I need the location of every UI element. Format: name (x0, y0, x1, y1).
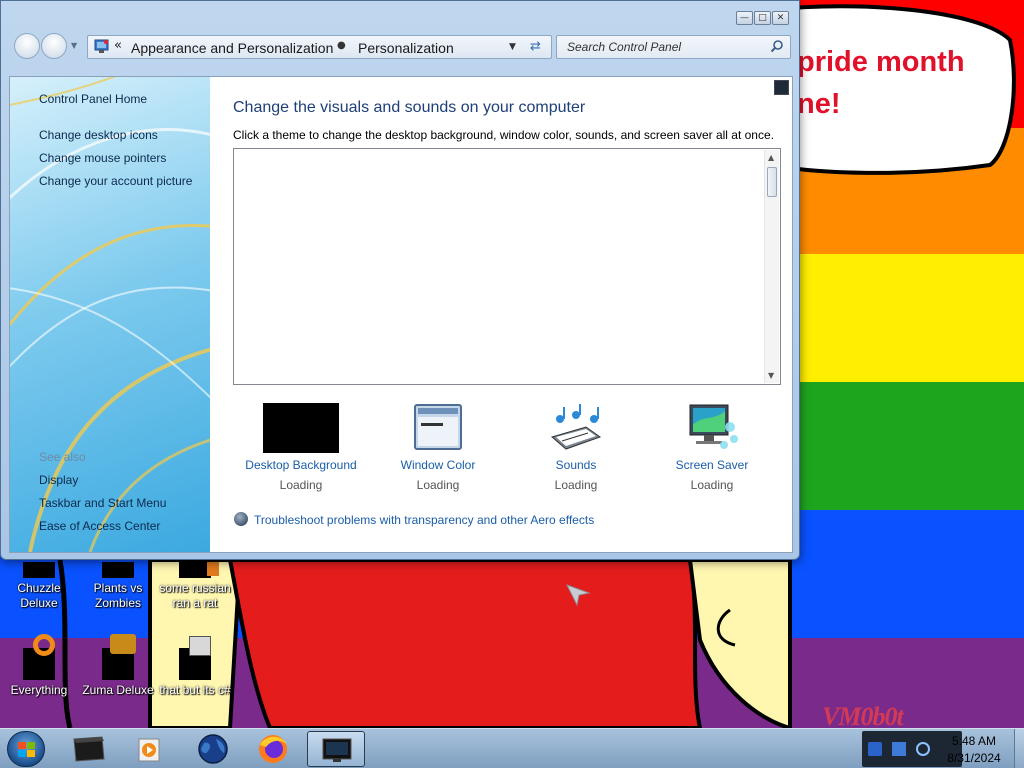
windows-logo-icon (18, 742, 35, 757)
security-tray-icon[interactable] (868, 742, 882, 756)
minimize-button[interactable]: — (736, 11, 753, 25)
wallpaper-text-2: ne! (797, 88, 841, 120)
recent-pages-dropdown[interactable]: ▼ (71, 41, 77, 50)
volume-tray-icon[interactable] (916, 742, 930, 756)
screen-saver-icon (674, 403, 750, 453)
taskbar-firefox[interactable] (244, 731, 302, 767)
setting-status: Loading (554, 478, 598, 492)
show-desktop-button[interactable] (1014, 729, 1024, 768)
close-button[interactable]: ✕ (772, 11, 789, 25)
desktop-icon-zuma-deluxe[interactable]: Zuma Deluxe (76, 634, 160, 698)
change-account-picture-link[interactable]: Change your account picture (39, 174, 192, 188)
breadcrumb-separator-icon[interactable]: ● (337, 40, 346, 51)
desktop-icon-chuzzle[interactable]: Chuzzle Deluxe (0, 562, 81, 611)
navigation-bar: ▼ « Appearance and Personalization ● Per… (11, 29, 791, 65)
video-file-icon (179, 562, 219, 578)
address-bar[interactable]: « Appearance and Personalization ● Perso… (87, 35, 552, 59)
desktop-background-setting[interactable]: Desktop Background Loading (236, 403, 366, 493)
desktop-icon-label: that but its c# (159, 683, 231, 697)
task-pane: Control Panel Home Change desktop icons … (10, 77, 210, 552)
desktop-icon-plants-vs-zombies[interactable]: Plants vs Zombies (76, 562, 160, 611)
breadcrumb-personalization[interactable]: Personalization (358, 40, 454, 56)
troubleshoot-link-text[interactable]: Troubleshoot problems with transparency … (254, 513, 594, 527)
file-shortcut-icon (179, 636, 211, 680)
taskbar: 5:48 AM 8/31/2024 (0, 728, 1024, 768)
terminal-icon (73, 736, 105, 762)
setting-status: Loading (416, 478, 460, 492)
start-button[interactable] (7, 731, 45, 767)
desktop-icon-label: Chuzzle Deluxe (17, 581, 61, 610)
help-corner-button[interactable] (774, 80, 789, 95)
page-title: Change the visuals and sounds on your co… (233, 99, 586, 116)
display-link[interactable]: Display (39, 473, 78, 487)
setting-label[interactable]: Desktop Background (236, 457, 366, 473)
client-area: Control Panel Home Change desktop icons … (9, 76, 793, 553)
wallpaper-signature: VM0b0t (822, 702, 904, 728)
setting-label[interactable]: Sounds (511, 457, 641, 473)
change-mouse-pointers-link[interactable]: Change mouse pointers (39, 151, 166, 165)
clock-date[interactable]: 8/31/2024 (934, 751, 1014, 765)
chuzzle-icon (23, 562, 55, 578)
refresh-icon[interactable]: ⇄ (530, 39, 541, 54)
caption-buttons: — □ ✕ (736, 11, 789, 25)
scroll-thumb[interactable] (767, 167, 777, 197)
window-color-icon (400, 403, 476, 453)
setting-label[interactable]: Window Color (373, 457, 503, 473)
troubleshoot-aero-link[interactable]: Troubleshoot problems with transparency … (234, 512, 594, 527)
change-desktop-icons-link[interactable]: Change desktop icons (39, 128, 158, 142)
scroll-up-icon[interactable]: ▲ (768, 153, 774, 162)
control-panel-icon (322, 738, 352, 762)
wallpaper-text-1: pride month (797, 46, 965, 78)
troubleshoot-icon (234, 512, 248, 526)
sounds-setting[interactable]: Sounds Loading (511, 403, 641, 493)
clock-time[interactable]: 5:48 AM (934, 734, 1014, 748)
zuma-deluxe-icon (102, 634, 136, 680)
back-button[interactable] (14, 33, 40, 59)
plants-vs-zombies-icon (102, 562, 134, 578)
taskbar-start-menu-link[interactable]: Taskbar and Start Menu (39, 496, 166, 510)
firefox-icon (259, 735, 287, 763)
theme-list-scrollbar[interactable]: ▲ ▼ (764, 150, 779, 383)
desktop-background-icon (263, 403, 339, 453)
setting-label[interactable]: Screen Saver (647, 457, 777, 473)
everything-search-icon (23, 634, 55, 680)
taskbar-terminal[interactable] (60, 731, 118, 767)
taskbar-globe[interactable] (184, 731, 242, 767)
taskbar-media-player[interactable] (119, 731, 177, 767)
desktop-icon-label: Plants vs Zombies (93, 581, 143, 610)
search-box (556, 35, 791, 59)
desktop-icon-label: Zuma Deluxe (82, 683, 154, 697)
breadcrumb-appearance[interactable]: Appearance and Personalization (131, 40, 333, 56)
network-tray-icon[interactable] (892, 742, 906, 756)
desktop-icon-russian-rat[interactable]: some russian ran a rat (153, 562, 237, 611)
address-dropdown-icon[interactable]: ▼ (509, 42, 516, 52)
control-panel-home-link[interactable]: Control Panel Home (39, 92, 147, 106)
scroll-down-icon[interactable]: ▼ (768, 371, 774, 380)
see-also-heading: See also (39, 450, 86, 464)
setting-status: Loading (279, 478, 323, 492)
desktop-icon-label: some russian ran a rat (159, 581, 231, 610)
personalization-window: — □ ✕ ▼ « Appearance and Personalization… (0, 0, 800, 560)
window-color-setting[interactable]: Window Color Loading (373, 403, 503, 493)
maximize-button[interactable]: □ (754, 11, 771, 25)
ease-of-access-link[interactable]: Ease of Access Center (39, 519, 160, 533)
desktop-icon-that-but-csharp[interactable]: that but its c# (153, 634, 237, 698)
desktop-icon-label: Everything (10, 683, 68, 697)
page-description: Click a theme to change the desktop back… (233, 128, 774, 142)
search-input[interactable] (557, 36, 767, 58)
mouse-cursor-icon (565, 584, 591, 607)
control-panel-icon (94, 39, 109, 53)
theme-list[interactable]: ▲ ▼ (233, 148, 781, 385)
setting-status: Loading (690, 478, 734, 492)
globe-icon (198, 734, 228, 764)
breadcrumb-overflow-icon[interactable]: « (114, 38, 122, 53)
sounds-icon (538, 403, 614, 453)
forward-button[interactable] (41, 33, 67, 59)
desktop-icon-everything[interactable]: Everything (0, 634, 81, 698)
media-player-icon (138, 738, 160, 762)
taskbar-control-panel[interactable] (307, 731, 365, 767)
screen-saver-setting[interactable]: Screen Saver Loading (647, 403, 777, 493)
search-icon[interactable] (770, 39, 784, 53)
